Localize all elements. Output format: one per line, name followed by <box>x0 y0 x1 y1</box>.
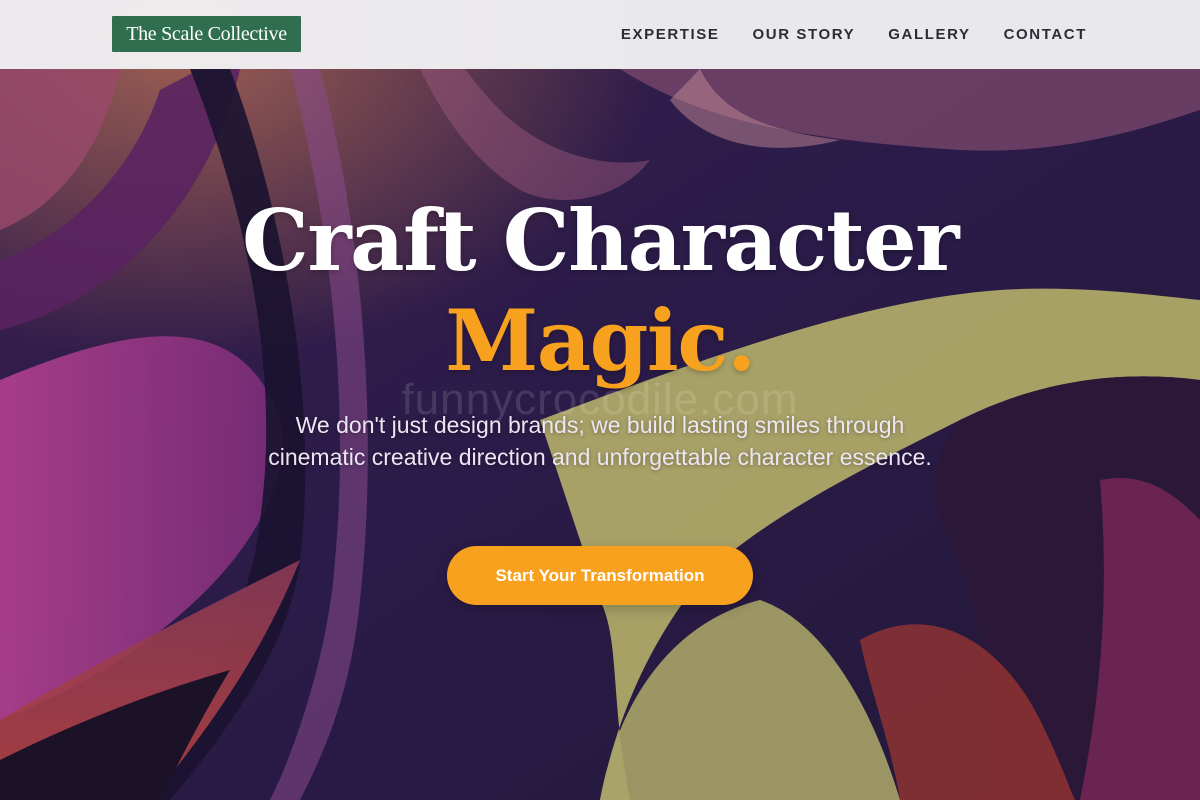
hero-section: Craft Character Magic. funnycrocodile.co… <box>0 69 1200 800</box>
hero-title-line1: Craft Character <box>242 191 959 290</box>
nav-link-contact[interactable]: CONTACT <box>1004 26 1087 43</box>
nav-link-our-story[interactable]: OUR STORY <box>753 26 856 43</box>
start-transformation-button[interactable]: Start Your Transformation <box>447 546 753 605</box>
main-nav: EXPERTISE OUR STORY GALLERY CONTACT <box>621 0 1087 69</box>
hero-subtitle: We don't just design brands; we build la… <box>268 412 932 470</box>
site-header: The Scale Collective EXPERTISE OUR STORY… <box>0 0 1200 69</box>
nav-link-gallery[interactable]: GALLERY <box>888 26 970 43</box>
brand-logo[interactable]: The Scale Collective <box>112 16 301 52</box>
nav-link-expertise[interactable]: EXPERTISE <box>621 26 720 43</box>
